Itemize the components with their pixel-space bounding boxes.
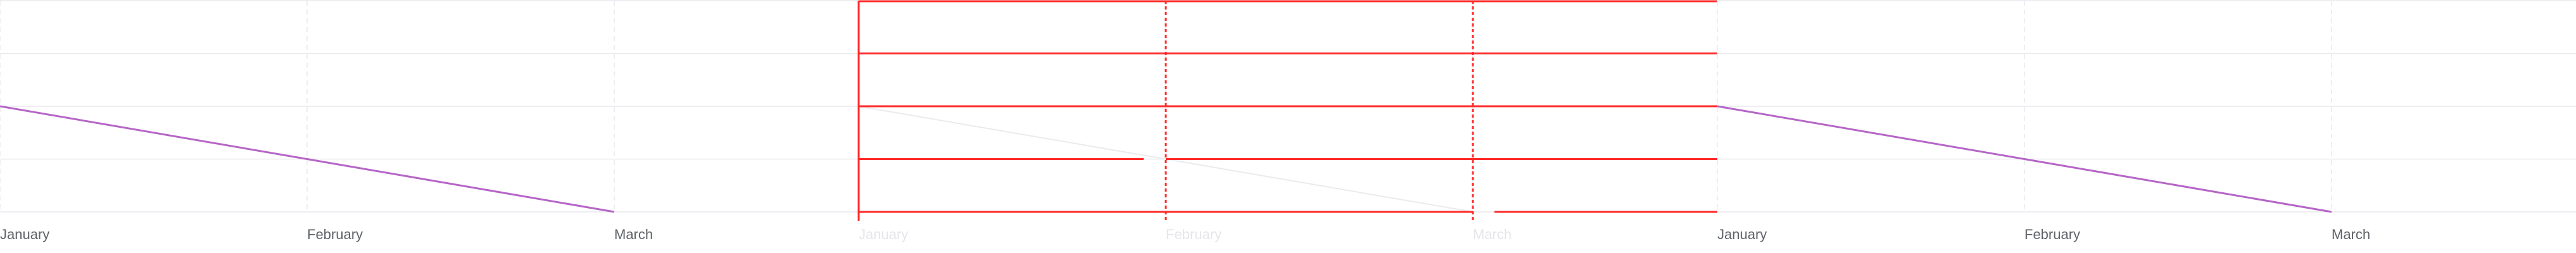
x-tick-label: March xyxy=(2332,226,2370,242)
x-tick-label: January xyxy=(859,226,908,242)
chart-panel-1: January February March xyxy=(0,0,859,242)
chart-panel-2: January February March xyxy=(857,0,1717,242)
x-tick-label: February xyxy=(1166,226,1222,242)
x-tick-label: February xyxy=(2024,226,2080,242)
x-tick-label: February xyxy=(307,226,363,242)
chart-strip: January February March January February March… xyxy=(0,0,2576,242)
chart-panel-3: January February March xyxy=(1717,0,2576,242)
highlight-overlay xyxy=(857,0,1717,221)
x-tick-label: March xyxy=(614,226,653,242)
x-tick-label: January xyxy=(0,226,49,242)
x-tick-label: March xyxy=(1473,226,1512,242)
x-tick-label: January xyxy=(1717,226,1767,242)
